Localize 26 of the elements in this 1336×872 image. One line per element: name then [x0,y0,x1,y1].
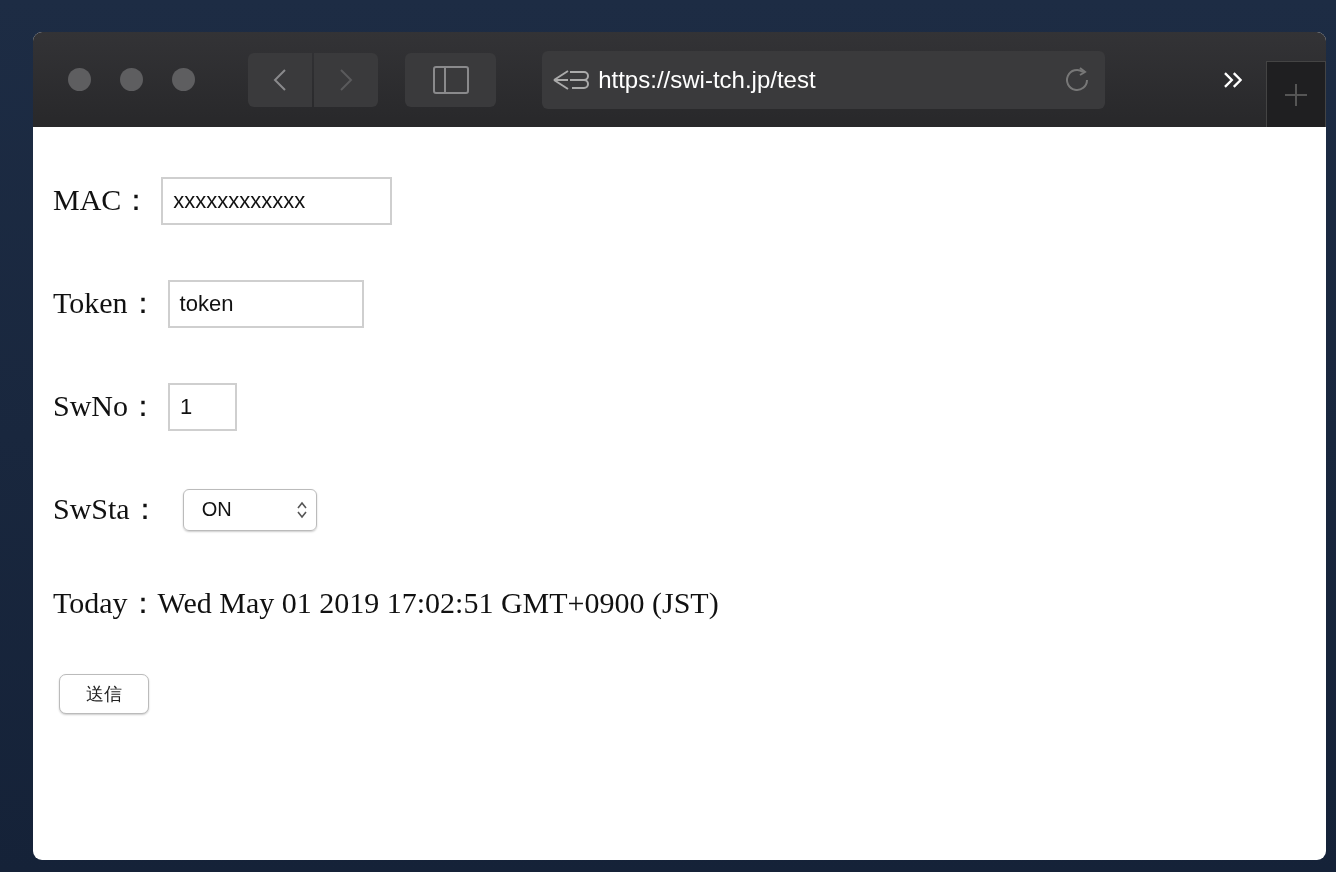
address-bar[interactable]: https://swi-tch.jp/test [542,50,1105,109]
new-tab-button[interactable] [1266,61,1326,127]
field-label: Token： [53,285,158,321]
today-text: Today：Wed May 01 2019 17:02:51 GMT+0900 (JST) [53,585,720,621]
sidebar-icon [432,65,469,94]
back-button[interactable] [248,52,312,107]
number-field[interactable]: 1 [168,382,237,431]
up-down-arrows-icon [295,499,308,520]
field-label: SwNo： [53,388,158,424]
plus-icon [1284,82,1309,107]
chevrons-icon[interactable] [1222,70,1243,89]
sidebar-button[interactable] [405,52,497,107]
text-field[interactable]: xxxxxxxxxxxx [161,176,393,225]
forward-button[interactable] [314,52,378,107]
field-label: MAC： [53,182,152,218]
url-text: https://swi-tch.jp/test [598,65,817,94]
minimize-button[interactable] [120,68,143,91]
field-label: SwSta： [53,491,160,527]
reload-icon[interactable] [1064,65,1091,94]
text-field[interactable]: token [167,279,364,328]
chevron-left-icon [273,67,287,92]
select-dropdown[interactable]: ON [182,488,317,531]
zoom-button[interactable] [172,68,195,91]
chevron-right-icon [339,67,353,92]
submit-button[interactable]: 送信 [59,674,149,714]
close-button[interactable] [68,68,91,91]
